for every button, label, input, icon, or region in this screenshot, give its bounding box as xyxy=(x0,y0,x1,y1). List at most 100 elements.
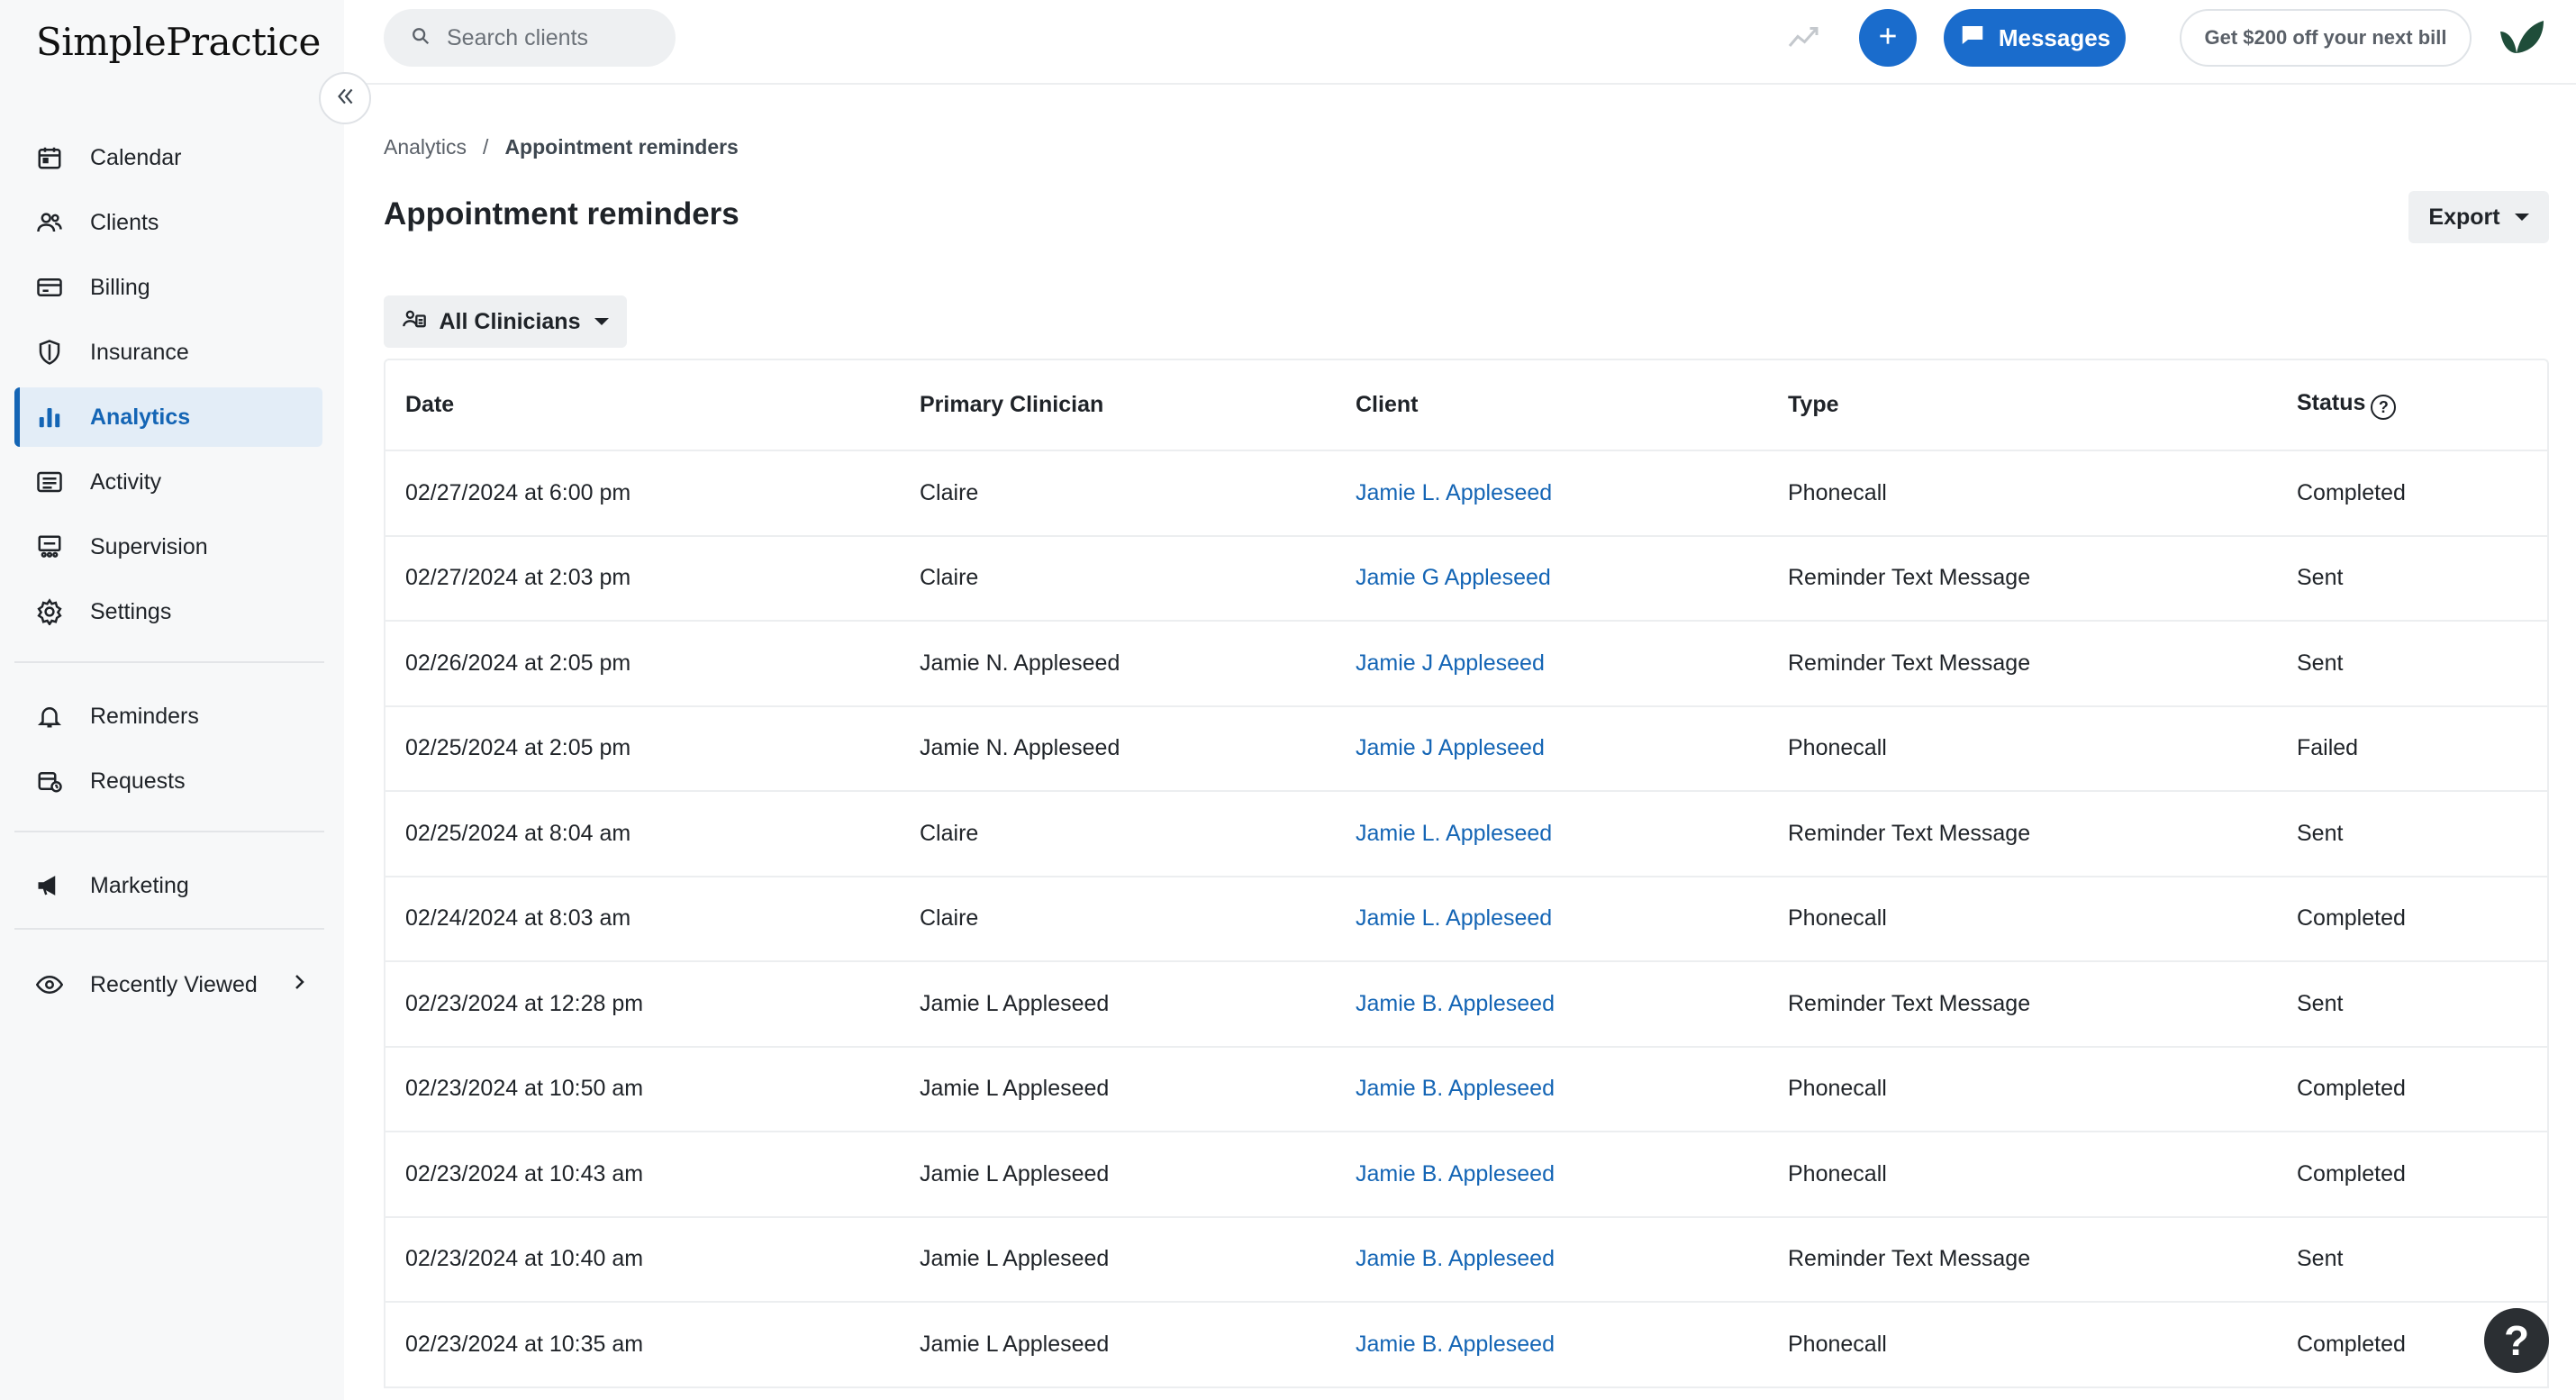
cell-primary-clinician: Claire xyxy=(900,791,1336,877)
cell-status: Completed xyxy=(2277,1132,2547,1218)
table-row[interactable]: 02/27/2024 at 6:00 pm Claire Jamie L. Appl… xyxy=(385,450,2547,537)
header-client[interactable]: Client xyxy=(1336,360,1768,451)
cell-date: 02/25/2024 at 2:05 pm xyxy=(385,705,900,792)
breadcrumb-analytics-link[interactable]: Analytics xyxy=(384,135,467,159)
cell-primary-clinician: Jamie N. Appleseed xyxy=(900,705,1336,792)
cell-date: 02/27/2024 at 6:00 pm xyxy=(385,450,900,537)
table-row[interactable]: 02/23/2024 at 10:50 am Jamie L Appleseed J… xyxy=(385,1046,2547,1132)
plus-icon xyxy=(1876,24,1900,52)
sidebar-item-label: Insurance xyxy=(90,339,189,365)
header-primary-clinician[interactable]: Primary Clinician xyxy=(900,360,1336,451)
export-button[interactable]: Export xyxy=(2408,191,2549,243)
caret-down-icon xyxy=(594,318,610,325)
client-link[interactable]: Jamie L. Appleseed xyxy=(1336,450,1768,537)
breadcrumb: Analytics / Appointment reminders xyxy=(384,135,739,159)
sidebar-item-label: Requests xyxy=(90,768,186,794)
client-link[interactable]: Jamie B. Appleseed xyxy=(1336,1046,1768,1132)
client-link[interactable]: Jamie B. Appleseed xyxy=(1336,961,1768,1048)
marketing-nav: Marketing xyxy=(14,856,322,921)
double-chevron-left-icon xyxy=(333,85,357,113)
sidebar-item-marketing[interactable]: Marketing xyxy=(14,856,322,915)
client-link[interactable]: Jamie L. Appleseed xyxy=(1336,791,1768,877)
messages-label: Messages xyxy=(1998,23,2111,51)
nav-divider xyxy=(14,928,324,930)
trend-line-icon[interactable] xyxy=(1785,22,1821,59)
table-row[interactable]: 02/23/2024 at 10:40 am Jamie L Appleseed J… xyxy=(385,1216,2547,1303)
cell-type: Phonecall xyxy=(1768,876,2277,962)
calendar-request-icon xyxy=(34,766,65,796)
cell-type: Reminder Text Message xyxy=(1768,535,2277,622)
sidebar-item-label: Clients xyxy=(90,209,159,235)
chevron-right-icon xyxy=(288,971,310,999)
client-link[interactable]: Jamie B. Appleseed xyxy=(1336,1302,1768,1388)
header-status-label: Status xyxy=(2297,389,2366,415)
sidebar-item-insurance[interactable]: Insurance xyxy=(14,323,322,382)
cell-date: 02/26/2024 at 2:05 pm xyxy=(385,621,900,707)
cell-primary-clinician: Jamie L Appleseed xyxy=(900,1302,1336,1388)
sidebar-item-billing[interactable]: Billing xyxy=(14,258,322,317)
sidebar-item-label: Marketing xyxy=(90,872,189,898)
table-row[interactable]: 02/24/2024 at 8:03 am Claire Jamie L. Appl… xyxy=(385,876,2547,962)
cell-type: Phonecall xyxy=(1768,1046,2277,1132)
client-link[interactable]: Jamie L. Appleseed xyxy=(1336,876,1768,962)
cell-status: Sent xyxy=(2277,961,2547,1048)
header-status[interactable]: Status? xyxy=(2277,360,2547,451)
collapse-sidebar-button[interactable] xyxy=(319,72,371,124)
header-type[interactable]: Type xyxy=(1768,360,2277,451)
client-link[interactable]: Jamie J Appleseed xyxy=(1336,705,1768,792)
clinician-filter-dropdown[interactable]: All Clinicians xyxy=(384,295,627,348)
sidebar: SimplePractice Calendar Clients Billing … xyxy=(0,0,344,1400)
client-link[interactable]: Jamie B. Appleseed xyxy=(1336,1132,1768,1218)
sidebar-item-analytics[interactable]: Analytics xyxy=(14,387,322,447)
sidebar-item-activity[interactable]: Activity xyxy=(14,452,322,512)
calendar-icon xyxy=(34,142,65,173)
billing-card-icon xyxy=(34,272,65,303)
sidebar-item-requests[interactable]: Requests xyxy=(14,751,322,811)
add-new-button[interactable] xyxy=(1859,9,1917,67)
client-link[interactable]: Jamie J Appleseed xyxy=(1336,621,1768,707)
promo-button[interactable]: Get $200 off your next bill xyxy=(2180,9,2472,67)
cell-date: 02/24/2024 at 8:03 am xyxy=(385,876,900,962)
table-row[interactable]: 02/26/2024 at 2:05 pm Jamie N. Appleseed J… xyxy=(385,621,2547,707)
simplepractice-logo[interactable]: SimplePractice xyxy=(36,20,321,64)
sidebar-item-label: Analytics xyxy=(90,404,191,430)
table-row[interactable]: 02/23/2024 at 10:43 am Jamie L Appleseed J… xyxy=(385,1132,2547,1218)
sidebar-item-label: Recently Viewed xyxy=(90,971,258,997)
table-body: 02/27/2024 at 6:00 pm Claire Jamie L. Appl… xyxy=(385,450,2547,1388)
sidebar-item-label: Calendar xyxy=(90,144,182,170)
sidebar-item-label: Supervision xyxy=(90,533,208,559)
cell-type: Reminder Text Message xyxy=(1768,791,2277,877)
question-circle-icon[interactable]: ? xyxy=(2371,395,2397,421)
sidebar-item-reminders[interactable]: Reminders xyxy=(14,686,322,746)
table-row[interactable]: 02/27/2024 at 2:03 pm Claire Jamie G Apple… xyxy=(385,535,2547,622)
table-row[interactable]: 02/23/2024 at 12:28 pm Jamie L Appleseed J… xyxy=(385,961,2547,1048)
top-bar: Messages Get $200 off your next bill xyxy=(344,0,2576,85)
sidebar-item-label: Settings xyxy=(90,598,172,624)
messages-button[interactable]: Messages xyxy=(1944,9,2126,67)
secondary-nav: Reminders Requests xyxy=(14,686,322,816)
header-date[interactable]: Date xyxy=(385,360,900,451)
bell-icon xyxy=(34,701,65,732)
table-row[interactable]: 02/23/2024 at 10:35 am Jamie L Appleseed J… xyxy=(385,1302,2547,1388)
cell-date: 02/27/2024 at 2:03 pm xyxy=(385,535,900,622)
brand-leaf-icon[interactable] xyxy=(2497,16,2547,66)
sidebar-item-clients[interactable]: Clients xyxy=(14,193,322,252)
client-link[interactable]: Jamie B. Appleseed xyxy=(1336,1216,1768,1303)
cell-primary-clinician: Jamie L Appleseed xyxy=(900,1216,1336,1303)
search-bar[interactable] xyxy=(384,9,676,67)
nav-divider xyxy=(14,831,324,832)
sidebar-item-supervision[interactable]: Supervision xyxy=(14,517,322,577)
client-link[interactable]: Jamie G Appleseed xyxy=(1336,535,1768,622)
sidebar-item-settings[interactable]: Settings xyxy=(14,582,322,641)
cell-status: Sent xyxy=(2277,535,2547,622)
help-button[interactable]: ? xyxy=(2484,1308,2549,1373)
table-row[interactable]: 02/25/2024 at 8:04 am Claire Jamie L. Appl… xyxy=(385,791,2547,877)
promo-label: Get $200 off your next bill xyxy=(2204,26,2447,49)
table-row[interactable]: 02/25/2024 at 2:05 pm Jamie N. Appleseed J… xyxy=(385,705,2547,792)
sidebar-item-calendar[interactable]: Calendar xyxy=(14,128,322,187)
sidebar-item-recently-viewed[interactable]: Recently Viewed xyxy=(14,955,322,1014)
cell-type: Phonecall xyxy=(1768,705,2277,792)
cell-status: Sent xyxy=(2277,621,2547,707)
nav-divider xyxy=(14,661,324,663)
search-input[interactable] xyxy=(447,24,663,51)
